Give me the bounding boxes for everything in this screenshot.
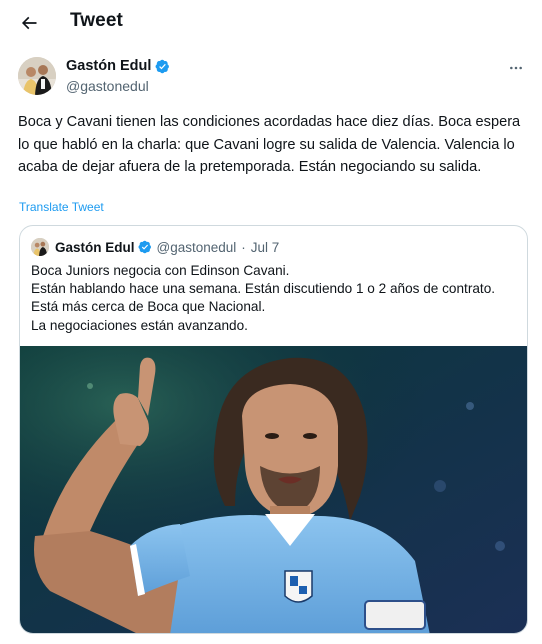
quoted-tweet-text: Boca Juniors negocia con Edinson Cavani.…	[31, 262, 521, 335]
verified-badge-icon	[155, 59, 170, 73]
tweet-text: Boca y Cavani tienen las condiciones aco…	[18, 114, 521, 175]
quoted-tweet-photo[interactable]	[20, 346, 527, 633]
quoted-author-name: Gastón Edul	[55, 239, 135, 255]
author-name: Gastón Edul	[66, 58, 152, 74]
author-name-link[interactable]: Gastón Edul	[66, 58, 170, 74]
quoted-tweet[interactable]: Gastón Edul @gastonedul · Jul 7 Boca Jun…	[19, 225, 528, 634]
quoted-text-line: Boca Juniors negocia con Edinson Cavani.	[31, 263, 290, 278]
arrow-left-icon	[21, 16, 37, 30]
dot-separator: ·	[241, 239, 246, 255]
quoted-author-handle: @gastonedul	[156, 239, 237, 255]
quoted-text-line: La negociaciones están avanzando.	[31, 317, 248, 333]
quoted-avatar	[31, 238, 49, 256]
page-title: Tweet	[70, 10, 123, 31]
more-button[interactable]	[506, 58, 526, 78]
verified-badge-icon	[138, 240, 151, 254]
quoted-tweet-date: Jul 7	[250, 239, 280, 255]
quoted-text-line: Está más cerca de Boca que Nacional.	[31, 299, 266, 315]
translate-tweet-link[interactable]: Translate Tweet	[19, 200, 104, 214]
avatar[interactable]	[18, 57, 56, 95]
quoted-text-line: Están hablando hace una semana. Están di…	[31, 281, 496, 297]
back-button[interactable]	[16, 10, 42, 36]
tweet-author: Gastón Edul @gastonedul	[18, 56, 530, 98]
top-bar: Tweet	[0, 0, 542, 46]
author-handle[interactable]: @gastonedul	[66, 78, 149, 94]
quoted-tweet-header: Gastón Edul @gastonedul · Jul 7	[31, 237, 279, 257]
more-horizontal-icon	[510, 66, 522, 70]
